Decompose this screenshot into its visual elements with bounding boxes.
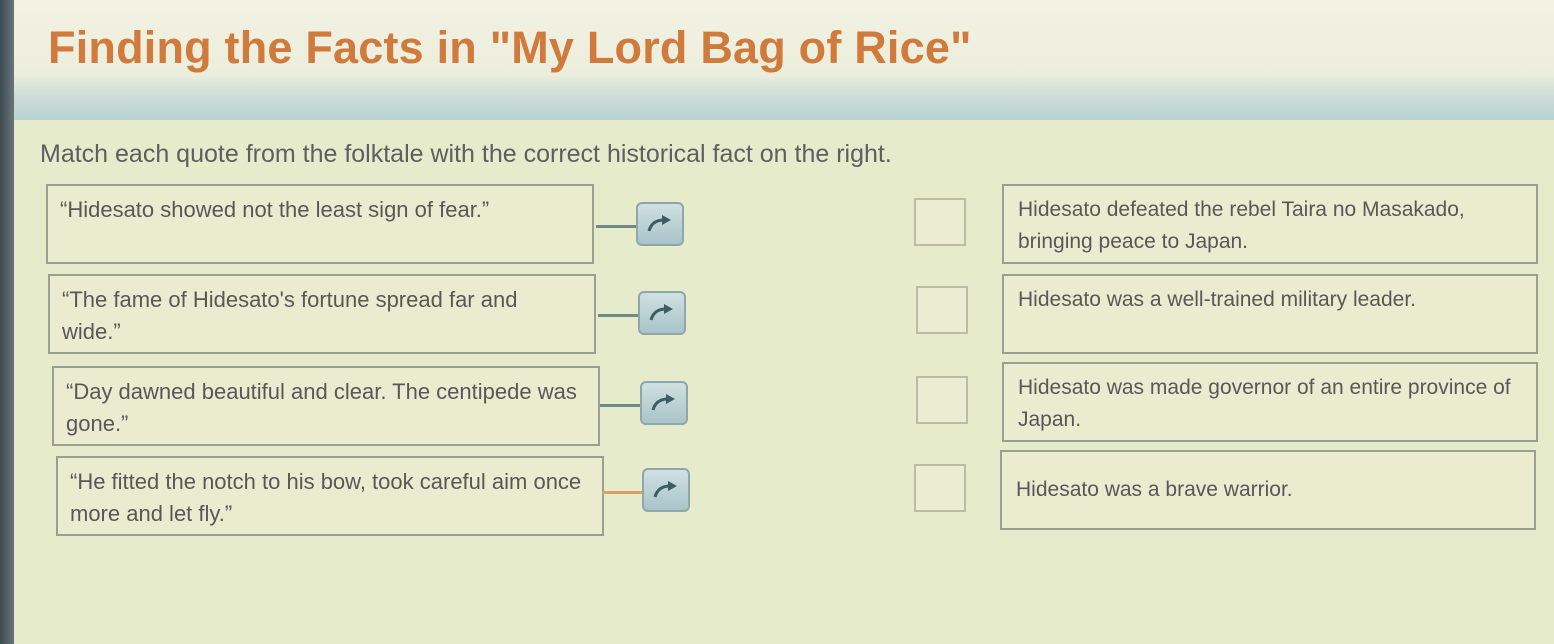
drag-arrow-button[interactable] <box>638 291 686 335</box>
quote-text: “Hidesato showed not the least sign of f… <box>60 197 490 222</box>
page-header: Finding the Facts in "My Lord Bag of Ric… <box>14 0 1554 120</box>
page-title: Finding the Facts in "My Lord Bag of Ric… <box>48 22 972 73</box>
drag-arrow-button[interactable] <box>636 202 684 246</box>
connector-line <box>596 225 636 228</box>
fact-text: Hidesato was a well-trained military lea… <box>1018 288 1417 311</box>
fact-text: Hidesato was made governor of an entire … <box>1018 376 1511 431</box>
fact-item: Hidesato defeated the rebel Taira no Mas… <box>1002 184 1538 264</box>
connector-line <box>598 314 638 317</box>
quote-text: “Day dawned beautiful and clear. The cen… <box>66 379 577 436</box>
matching-activity: Match each quote from the folktale with … <box>14 120 1554 644</box>
connector-line <box>600 404 640 407</box>
curved-arrow-icon <box>653 481 677 498</box>
quote-item[interactable]: “Day dawned beautiful and clear. The cen… <box>52 366 600 446</box>
quote-text: “The fame of Hidesato's fortune spread f… <box>62 287 518 344</box>
fact-item: Hidesato was a brave warrior. <box>1000 450 1536 530</box>
connector-line <box>602 491 642 494</box>
drop-target[interactable] <box>916 286 968 334</box>
drag-arrow-button[interactable] <box>640 381 688 425</box>
drop-target[interactable] <box>914 198 966 246</box>
drop-target[interactable] <box>914 464 966 512</box>
fact-item: Hidesato was a well-trained military lea… <box>1002 274 1538 354</box>
curved-arrow-icon <box>647 215 671 232</box>
curved-arrow-icon <box>651 394 675 411</box>
fact-item: Hidesato was made governor of an entire … <box>1002 362 1538 442</box>
instructions-text: Match each quote from the folktale with … <box>40 140 892 168</box>
quote-item[interactable]: “The fame of Hidesato's fortune spread f… <box>48 274 596 354</box>
quote-item[interactable]: “He fitted the notch to his bow, took ca… <box>56 456 604 536</box>
drag-arrow-button[interactable] <box>642 468 690 512</box>
quote-item[interactable]: “Hidesato showed not the least sign of f… <box>46 184 594 264</box>
curved-arrow-icon <box>649 304 673 321</box>
fact-text: Hidesato was a brave warrior. <box>1016 478 1293 501</box>
drop-target[interactable] <box>916 376 968 424</box>
quote-text: “He fitted the notch to his bow, took ca… <box>70 469 582 526</box>
fact-text: Hidesato defeated the rebel Taira no Mas… <box>1018 198 1465 253</box>
screen-bezel <box>0 0 14 644</box>
